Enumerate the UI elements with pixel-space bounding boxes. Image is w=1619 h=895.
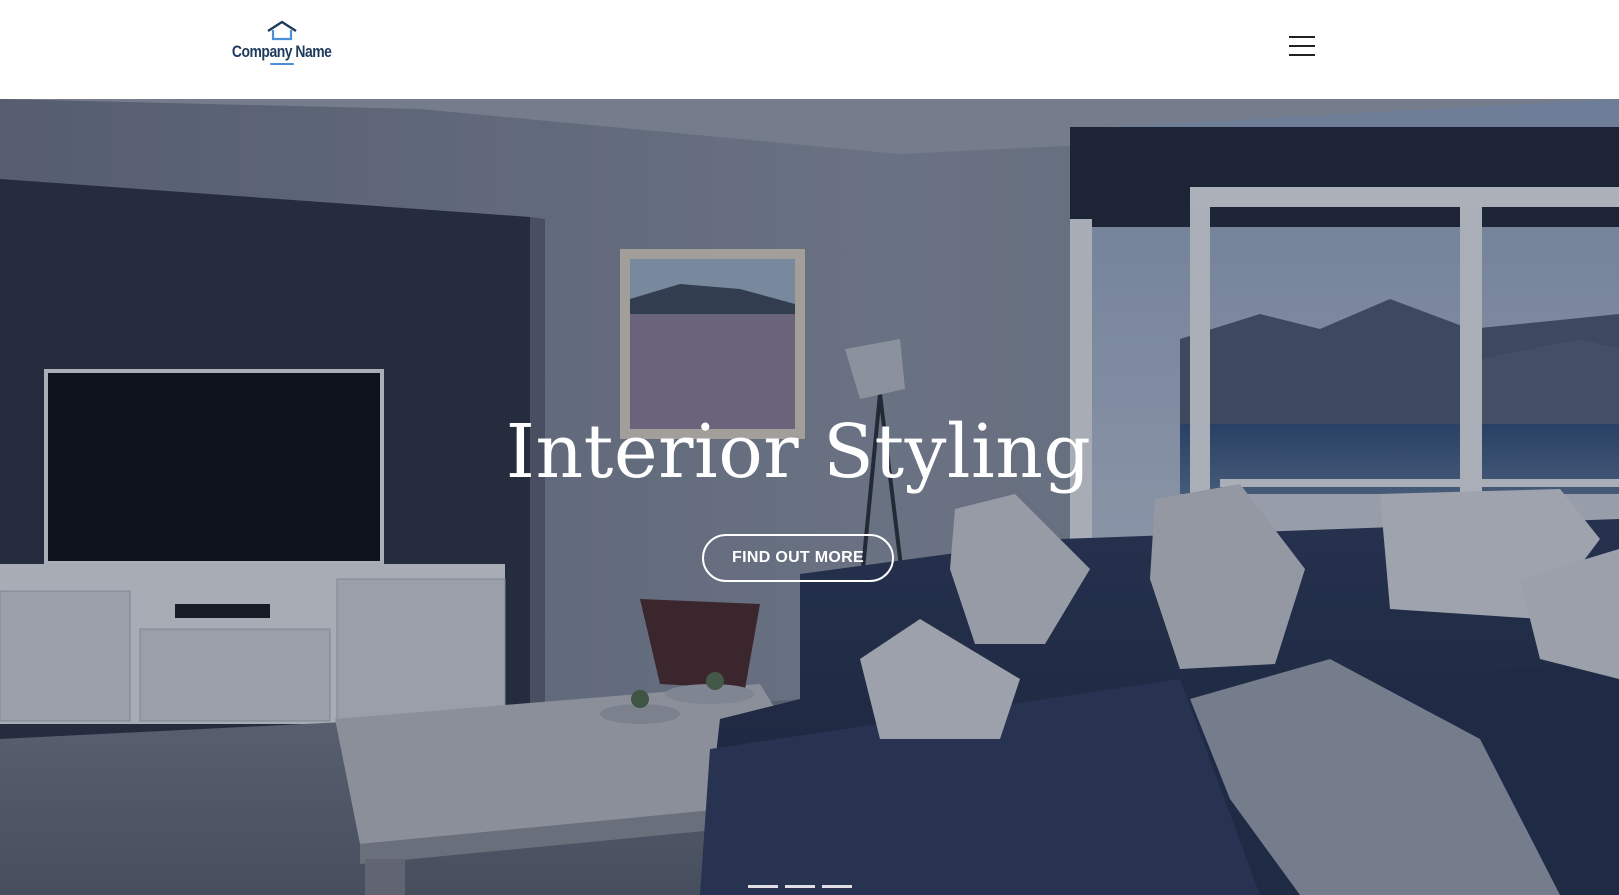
menu-bar (1289, 45, 1315, 47)
hero-overlay (0, 99, 1619, 895)
hero-title: Interior Styling (505, 409, 1092, 495)
logo-underline (270, 63, 294, 65)
find-out-more-button[interactable]: FIND OUT MORE (702, 534, 894, 582)
house-icon (267, 20, 297, 41)
carousel-indicator-3[interactable] (822, 885, 852, 888)
carousel-indicators (748, 885, 852, 888)
company-logo[interactable]: Company Name (232, 20, 332, 72)
carousel-indicator-1[interactable] (748, 885, 778, 888)
menu-bar (1289, 36, 1315, 38)
hero-carousel: Interior Styling FIND OUT MORE (0, 99, 1619, 895)
carousel-indicator-2[interactable] (785, 885, 815, 888)
hamburger-menu-icon[interactable] (1286, 32, 1318, 60)
site-header: Company Name (0, 0, 1619, 99)
company-name: Company Name (232, 42, 332, 61)
menu-bar (1289, 54, 1315, 56)
